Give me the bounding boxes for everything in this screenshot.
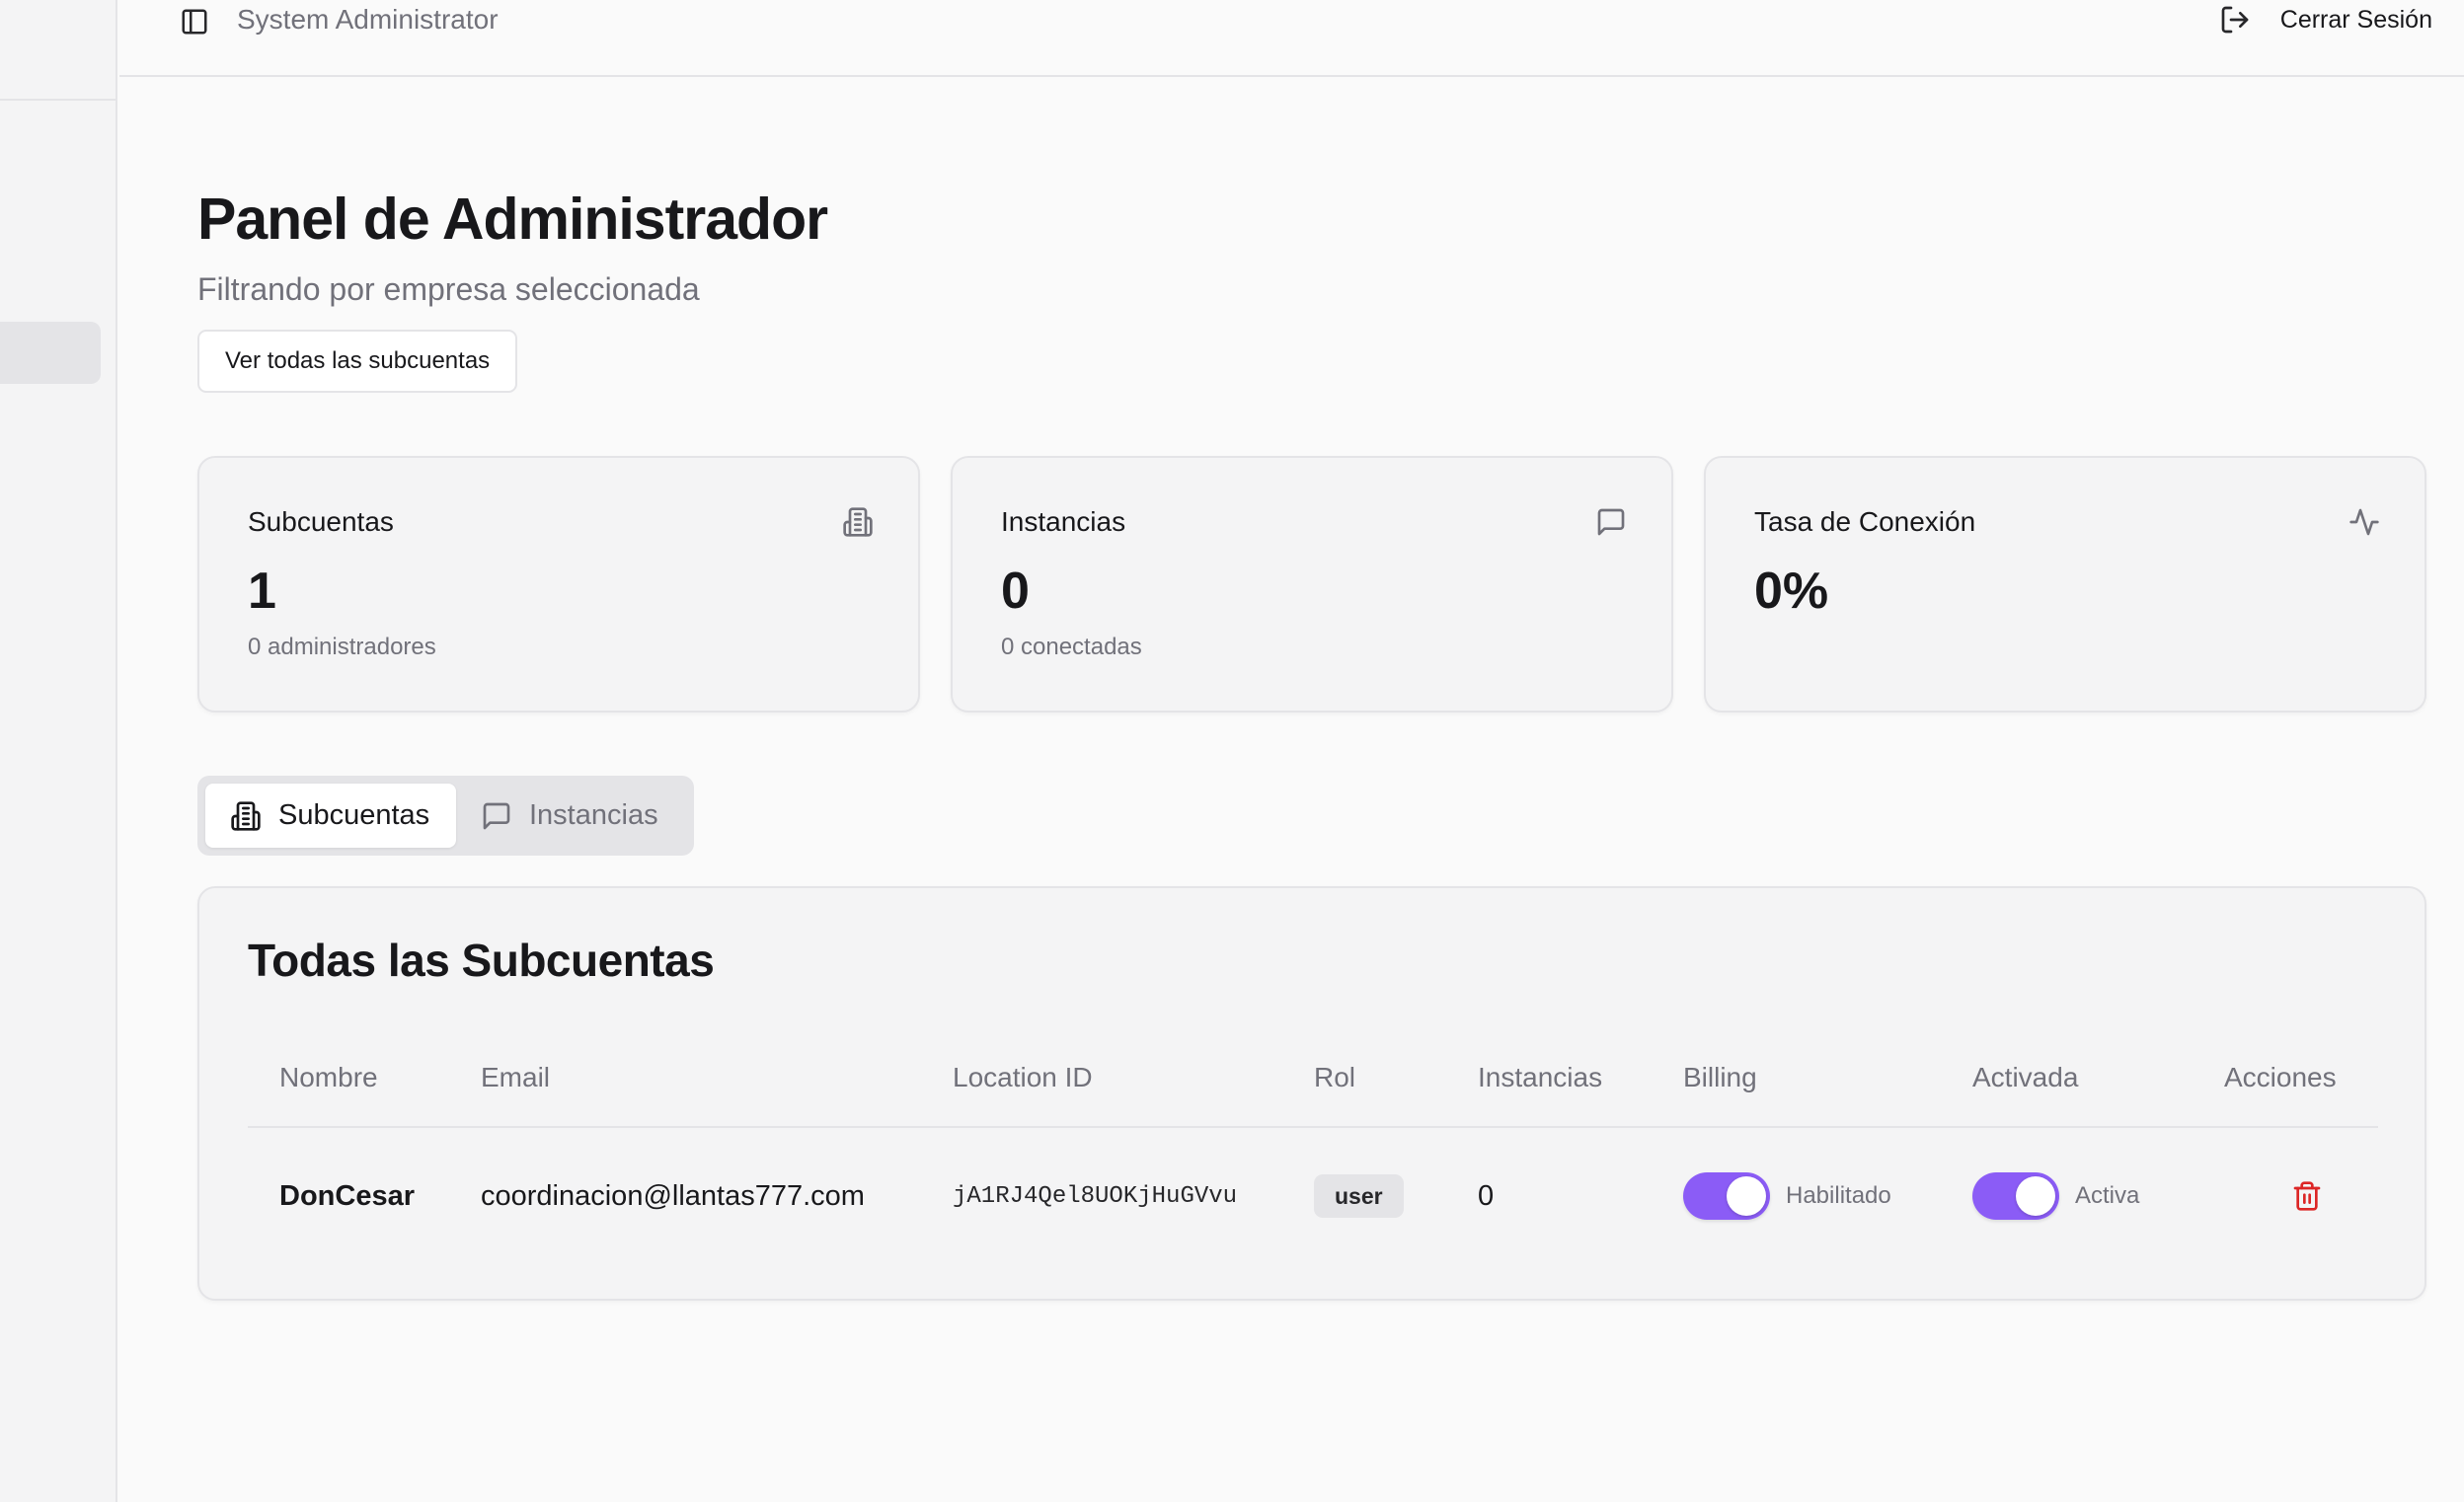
message-square-icon bbox=[1594, 505, 1628, 539]
activity-icon bbox=[2348, 505, 2381, 539]
cell-location-id: jA1RJ4Qel8UOKjHuGVvu bbox=[953, 1182, 1238, 1210]
activated-toggle[interactable] bbox=[1972, 1172, 2059, 1220]
tab-label: Subcuentas bbox=[278, 799, 430, 831]
stat-card-title: Subcuentas bbox=[248, 506, 394, 537]
logout-label: Cerrar Sesión bbox=[2279, 5, 2432, 34]
trash-icon bbox=[2293, 1181, 2321, 1211]
delete-button[interactable] bbox=[2287, 1176, 2327, 1216]
sidebar-toggle-button[interactable] bbox=[177, 4, 212, 39]
tab-label: Instancias bbox=[529, 799, 658, 831]
cell-activated: Activa bbox=[1972, 1172, 2140, 1220]
stat-card-connection-rate: Tasa de Conexión 0% bbox=[1704, 456, 2426, 713]
page-subtitle: Filtrando por empresa seleccionada bbox=[197, 271, 700, 307]
table-header-divider bbox=[248, 1126, 2378, 1128]
stat-card-subtext: 0 conectadas bbox=[1001, 634, 1142, 660]
log-out-icon bbox=[2217, 2, 2253, 38]
building-icon bbox=[841, 505, 875, 539]
sidebar-active-item[interactable] bbox=[0, 322, 101, 384]
tab-instances[interactable]: Instancias bbox=[456, 784, 682, 848]
column-header-instances: Instancias bbox=[1478, 1062, 1603, 1092]
column-header-location-id: Location ID bbox=[953, 1062, 1093, 1092]
stat-card-subaccounts: Subcuentas 1 0 administradores bbox=[197, 456, 920, 713]
page-title: Panel de Administrador bbox=[197, 187, 828, 252]
toggle-knob bbox=[2016, 1176, 2055, 1216]
stat-card-value: 1 bbox=[248, 563, 276, 620]
stat-card-title: Tasa de Conexión bbox=[1754, 506, 1976, 537]
cell-role: user bbox=[1314, 1174, 1404, 1218]
cell-billing: Habilitado bbox=[1683, 1172, 1891, 1220]
message-square-icon bbox=[480, 799, 513, 833]
top-header: System Administrator Cerrar Sesión bbox=[119, 0, 2464, 77]
cell-actions bbox=[2287, 1174, 2327, 1218]
billing-toggle[interactable] bbox=[1683, 1172, 1770, 1220]
cell-name: DonCesar bbox=[279, 1179, 415, 1212]
column-header-billing: Billing bbox=[1683, 1062, 1757, 1092]
tab-list: Subcuentas Instancias bbox=[197, 776, 694, 856]
logout-button[interactable]: Cerrar Sesión bbox=[2217, 0, 2432, 39]
header-user-name: System Administrator bbox=[237, 4, 499, 35]
subaccounts-table-card: Todas las Subcuentas Nombre Email Locati… bbox=[197, 886, 2426, 1301]
table-title: Todas las Subcuentas bbox=[248, 935, 715, 986]
stat-card-value: 0% bbox=[1754, 563, 1829, 620]
building-icon bbox=[229, 799, 263, 833]
billing-status-label: Habilitado bbox=[1786, 1182, 1891, 1209]
activated-status-label: Activa bbox=[2075, 1182, 2140, 1209]
column-header-email: Email bbox=[481, 1062, 551, 1092]
role-badge: user bbox=[1314, 1174, 1404, 1218]
view-all-subaccounts-button[interactable]: Ver todas las subcuentas bbox=[197, 330, 518, 393]
tab-subaccounts[interactable]: Subcuentas bbox=[205, 784, 456, 848]
cell-instances: 0 bbox=[1478, 1179, 1495, 1212]
sidebar bbox=[0, 0, 117, 1502]
stat-card-subtext: 0 administradores bbox=[248, 634, 436, 660]
cell-email: coordinacion@llantas777.com bbox=[481, 1179, 865, 1212]
column-header-activated: Activada bbox=[1972, 1062, 2079, 1092]
toggle-knob bbox=[1727, 1176, 1766, 1216]
stat-card-instances: Instancias 0 0 conectadas bbox=[951, 456, 1673, 713]
column-header-actions: Acciones bbox=[2224, 1062, 2337, 1092]
sidebar-divider bbox=[0, 99, 116, 101]
panel-left-icon bbox=[182, 9, 207, 35]
column-header-role: Rol bbox=[1314, 1062, 1356, 1092]
column-header-name: Nombre bbox=[279, 1062, 378, 1092]
app-root: System Administrator Cerrar Sesión Panel… bbox=[0, 0, 2464, 1502]
stat-card-title: Instancias bbox=[1001, 506, 1126, 537]
stat-card-value: 0 bbox=[1001, 563, 1030, 620]
